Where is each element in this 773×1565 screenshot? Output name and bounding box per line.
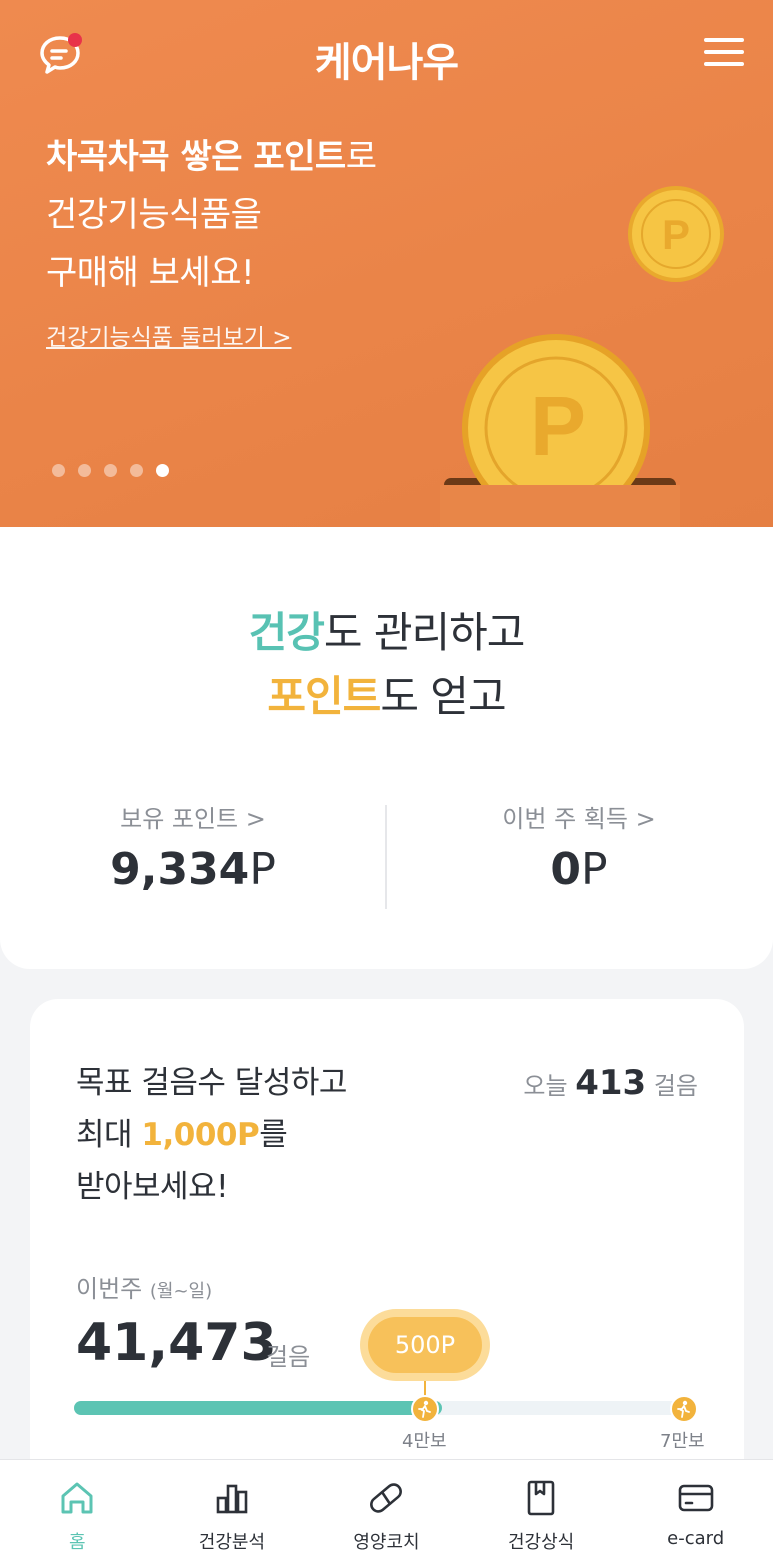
weekly-earned-value: 0 — [550, 844, 582, 895]
held-points[interactable]: 보유 포인트 > 9,334P — [0, 799, 386, 895]
tagline-line1-rest: 도 관리하고 — [323, 608, 526, 657]
card-icon — [678, 1484, 713, 1512]
nav-home-label: 홈 — [69, 1532, 86, 1553]
nav-health-knowledge[interactable]: 건강상식 — [464, 1460, 619, 1565]
today-steps-unit: 걸음 — [653, 1072, 698, 1100]
week-steps-value: 41,473 — [76, 1313, 277, 1373]
today-steps: 오늘 413 걸음 — [523, 1063, 698, 1103]
nav-health-analysis[interactable]: 건강분석 — [155, 1460, 310, 1565]
banner-line2: 건강기능식품을 — [46, 195, 262, 235]
banner-headline: 차곡차곡 쌓은 포인트로 건강기능식품을 구매해 보세요! — [46, 128, 566, 302]
reward-badge-text: 500P — [368, 1317, 482, 1373]
weekly-earned-unit: P — [581, 844, 608, 895]
coin-slot-icon: P — [440, 334, 680, 527]
walker-milestone-icon — [411, 1395, 439, 1423]
carousel-dot[interactable] — [130, 464, 143, 477]
step-progress-bar — [74, 1401, 694, 1415]
coin-letter: P — [662, 211, 690, 258]
app-logo: 케어나우 — [314, 41, 459, 85]
top-bar: 케어나우 — [0, 0, 773, 110]
step-progress-fill — [74, 1401, 442, 1415]
home-icon — [61, 1482, 93, 1514]
goal-line2-suffix: 를 — [259, 1117, 288, 1153]
nav-nutrition-coach-label: 영양코치 — [353, 1532, 420, 1553]
week-steps-unit: 걸음 — [266, 1343, 311, 1371]
today-label: 오늘 — [523, 1072, 568, 1100]
held-points-label: 보유 포인트 > — [120, 805, 266, 833]
promo-banner[interactable]: 케어나우 차곡차곡 쌓은 포인트로 건강기능식품을 구매해 보세요! 건강기능식… — [0, 0, 773, 527]
week-label: 이번주 (월~일) — [76, 1269, 212, 1304]
goal-line1: 목표 걸음수 달성하고 — [76, 1065, 347, 1101]
tagline-line2-rest: 도 얻고 — [380, 672, 506, 721]
carousel-dot[interactable] — [104, 464, 117, 477]
carousel-dot-active[interactable] — [156, 464, 169, 477]
carousel-indicator — [52, 464, 169, 477]
pill-icon — [370, 1483, 403, 1513]
hamburger-menu-icon[interactable] — [704, 38, 744, 70]
goal-description: 목표 걸음수 달성하고 최대 1,000P를 받아보세요! — [76, 1057, 436, 1213]
nav-ecard[interactable]: e-card — [618, 1460, 773, 1565]
banner-line3: 구매해 보세요! — [46, 253, 255, 293]
coin-small-icon: P — [628, 186, 724, 282]
nav-health-knowledge-label: 건강상식 — [507, 1532, 575, 1553]
banner-line1-rest: 로 — [345, 137, 377, 177]
tagline: 건강도 관리하고 포인트도 얻고 — [0, 601, 773, 729]
nav-nutrition-coach[interactable]: 영양코치 — [309, 1460, 464, 1565]
carousel-dot[interactable] — [78, 464, 91, 477]
goal-line2-prefix: 최대 — [76, 1117, 142, 1153]
goal-line3: 받아보세요! — [76, 1169, 229, 1205]
weekly-earned-label: 이번 주 획득 > — [502, 805, 656, 833]
bookmark-book-icon — [527, 1480, 555, 1516]
today-steps-value: 413 — [575, 1063, 647, 1103]
step-challenge-card[interactable]: 목표 걸음수 달성하고 최대 1,000P를 받아보세요! 오늘 413 걸음 … — [30, 999, 744, 1519]
weekly-earned-points[interactable]: 이번 주 획득 > 0P — [386, 799, 772, 895]
held-points-unit: P — [249, 844, 276, 895]
tagline-points: 포인트 — [267, 672, 381, 721]
points-summary-card: 건강도 관리하고 포인트도 얻고 보유 포인트 > 9,334P 이번 주 획득… — [0, 527, 773, 969]
goal-max-points: 1,000P — [141, 1117, 260, 1153]
bar-chart-icon — [216, 1484, 248, 1514]
milestone-40k-label: 4만보 — [402, 1431, 447, 1452]
held-points-value: 9,334 — [110, 844, 250, 895]
week-label-text: 이번주 — [76, 1275, 143, 1303]
banner-line1-bold: 차곡차곡 쌓은 포인트 — [46, 137, 346, 177]
milestone-70k-label: 7만보 — [660, 1431, 705, 1452]
browse-supplements-link[interactable]: 건강기능식품 둘러보기 > — [46, 318, 292, 352]
carousel-dot[interactable] — [52, 464, 65, 477]
tagline-health: 건강 — [248, 608, 325, 657]
nav-ecard-label: e-card — [667, 1528, 725, 1549]
nav-home[interactable]: 홈 — [0, 1460, 155, 1565]
nav-health-analysis-label: 건강분석 — [198, 1532, 266, 1553]
bottom-navigation: 홈 건강분석 영양코치 건강상식 e-card — [0, 1459, 773, 1565]
reward-badge: 500P — [360, 1309, 490, 1381]
week-range: (월~일) — [149, 1281, 213, 1302]
walker-milestone-icon — [670, 1395, 698, 1423]
coin-big-letter: P — [530, 379, 586, 473]
